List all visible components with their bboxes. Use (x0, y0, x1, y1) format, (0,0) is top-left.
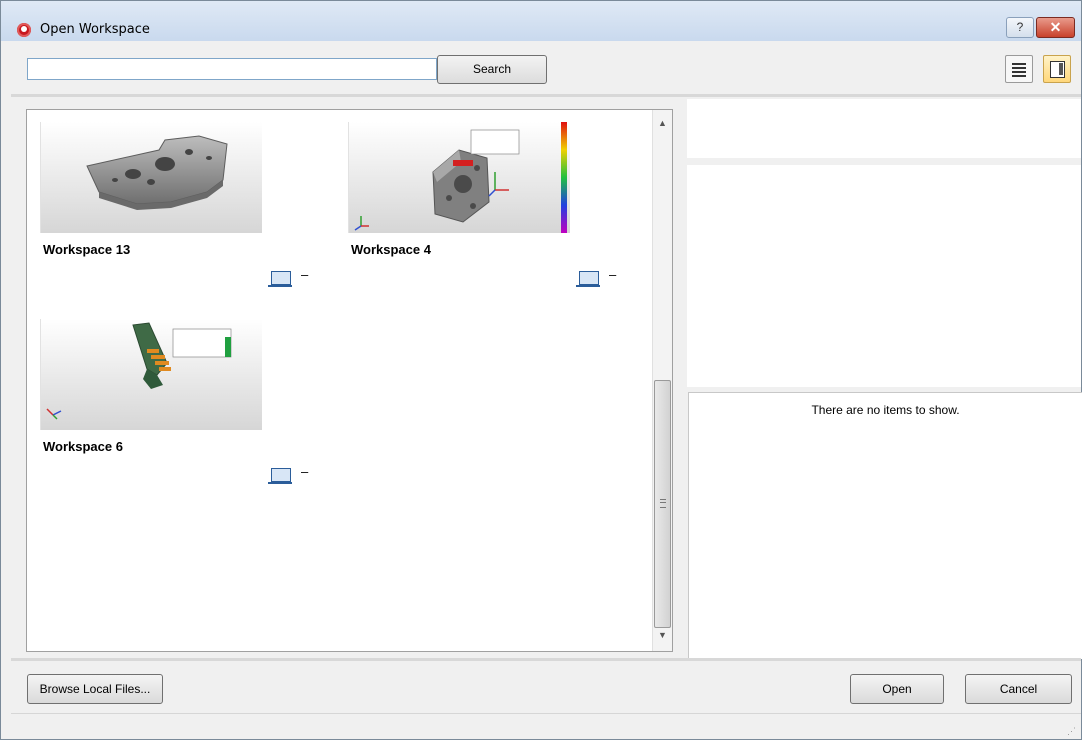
details-view-icon[interactable] (1043, 55, 1071, 83)
scroll-thumb[interactable] (654, 380, 671, 628)
divider (11, 658, 1081, 661)
open-workspace-dialog: Open Workspace ? ✕ Search Workspace 13 –… (0, 0, 1082, 740)
details-list: There are no items to show. (688, 392, 1082, 659)
scroll-up-arrow-icon[interactable]: ▲ (658, 118, 667, 128)
cancel-button[interactable]: Cancel (965, 674, 1072, 704)
workspace-name: Workspace 4 (351, 242, 431, 257)
workspace-thumbnail (40, 319, 262, 430)
title-bar: Open Workspace ? ✕ (1, 1, 1081, 41)
empty-message: There are no items to show. (811, 403, 960, 417)
resize-grip-icon[interactable]: ⋰ (1067, 726, 1076, 737)
open-button[interactable]: Open (850, 674, 944, 704)
divider (11, 94, 1081, 97)
workspace-card[interactable]: Workspace 4 – (335, 110, 625, 290)
window-title: Open Workspace (40, 22, 150, 37)
local-computer-icon (576, 271, 600, 287)
local-computer-icon (268, 468, 292, 484)
workspace-name: Workspace 13 (43, 242, 131, 257)
workspace-thumbnail (40, 122, 262, 233)
workspace-card[interactable]: Workspace 6 – (27, 307, 317, 487)
help-button[interactable]: ? (1006, 17, 1034, 38)
app-logo-icon (17, 23, 31, 37)
scroll-down-arrow-icon[interactable]: ▼ (658, 630, 667, 640)
preview-header-pane (687, 99, 1081, 158)
workspace-name: Workspace 6 (43, 439, 123, 454)
status-bar (11, 713, 1081, 738)
workspace-status: – (301, 267, 309, 282)
local-computer-icon (268, 271, 292, 287)
workspace-status: – (609, 267, 617, 282)
vertical-scrollbar[interactable]: ▲ ▼ (652, 110, 672, 651)
search-button[interactable]: Search (437, 55, 547, 84)
browse-local-files-button[interactable]: Browse Local Files... (27, 674, 163, 704)
preview-pane (687, 165, 1081, 387)
workspace-card[interactable]: Workspace 13 – (27, 110, 317, 290)
grip-icon (660, 499, 666, 508)
list-view-icon[interactable] (1005, 55, 1033, 83)
workspace-thumbnail (348, 122, 570, 233)
workspace-status: – (301, 464, 309, 479)
workspace-grid: Workspace 13 – Workspace 4 – Workspace 6… (26, 109, 673, 652)
search-input[interactable] (27, 58, 437, 80)
close-button[interactable]: ✕ (1036, 17, 1075, 38)
